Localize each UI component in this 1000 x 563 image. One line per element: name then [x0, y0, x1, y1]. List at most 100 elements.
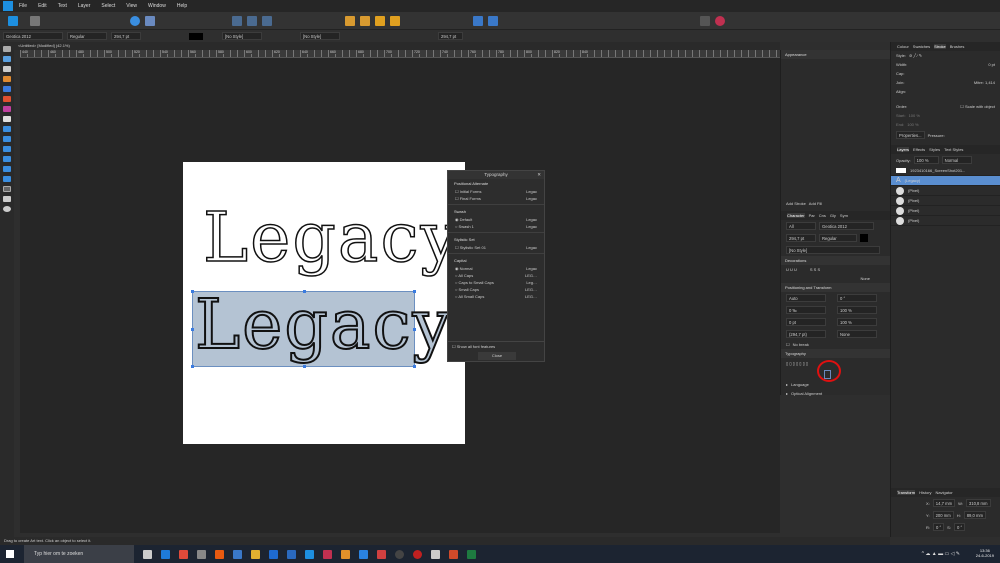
size-field[interactable]: 294,7 pt: [786, 234, 816, 242]
menu-layer[interactable]: Layer: [78, 3, 91, 9]
transform-icon[interactable]: [262, 16, 272, 26]
app-icon[interactable]: [341, 549, 350, 559]
option-stylistic-set-01[interactable]: ☐ Stylistic Set 01 Legac: [448, 244, 544, 251]
option-swash-1[interactable]: ○ Swash 1 Legac: [448, 223, 544, 230]
x-field[interactable]: 14,7 mm: [932, 499, 956, 507]
selected-text-frame[interactable]: Legacy: [191, 290, 452, 368]
option-normal[interactable]: ◉ Normal Legac: [448, 265, 544, 272]
decorations-header[interactable]: Decorations: [781, 256, 890, 265]
add-fill-button[interactable]: Add Fill: [809, 201, 822, 206]
arrange-forward-icon[interactable]: [375, 16, 385, 26]
shape-tool-icon[interactable]: [3, 146, 11, 152]
style-select[interactable]: [No Style]: [786, 246, 880, 254]
view-mode-icon[interactable]: [145, 16, 155, 26]
windows-start-icon[interactable]: [6, 550, 14, 558]
kerning-field[interactable]: Auto: [786, 294, 826, 302]
tab-navigator[interactable]: Navigator: [936, 490, 953, 495]
triangle-tool-icon[interactable]: [3, 166, 11, 172]
positioning-header[interactable]: Positioning and Transform: [781, 283, 890, 292]
close-button[interactable]: Close: [478, 352, 516, 360]
crop-tool-icon[interactable]: [3, 116, 11, 122]
tab-styles[interactable]: Styles: [929, 147, 940, 152]
text-color-swatch[interactable]: [189, 32, 203, 40]
tab-paragraph[interactable]: Par: [809, 213, 815, 218]
h-field[interactable]: 89,0 mm: [963, 511, 986, 519]
weight-select[interactable]: Regular: [819, 234, 857, 242]
clock[interactable]: 13:36 24-6-2019: [976, 548, 994, 558]
layer-item[interactable]: (Pixel): [891, 216, 1000, 226]
move-tool-icon[interactable]: [3, 46, 11, 52]
explorer-icon[interactable]: [251, 549, 260, 559]
layer-item[interactable]: (Pixel): [891, 196, 1000, 206]
no-break-checkbox[interactable]: ☐ No break: [781, 340, 890, 349]
font-size-field[interactable]: 294,7 pt: [111, 32, 141, 40]
close-icon[interactable]: ✕: [537, 171, 541, 179]
layer-item[interactable]: 1923410166_ScreenShot201...: [891, 166, 1000, 176]
fill-tool-icon[interactable]: [3, 96, 11, 102]
dropbox-icon[interactable]: [359, 549, 368, 559]
tab-colour[interactable]: Colour: [897, 44, 909, 49]
stroke-style-icons[interactable]: ⊘ ╱ ⁄ ✎: [909, 53, 922, 58]
section-swash[interactable]: Swash: [448, 207, 544, 216]
tab-consolidated[interactable]: Cns: [819, 213, 826, 218]
affinity-designer-icon[interactable]: [305, 549, 314, 559]
paragraph-size-field[interactable]: 294,7 pt: [438, 32, 463, 40]
selection-handle[interactable]: [413, 328, 416, 331]
legacy-text-selected[interactable]: Legacy: [194, 291, 453, 361]
transparency-tool-icon[interactable]: [3, 106, 11, 112]
paragraph-style-select[interactable]: [No Style]: [300, 32, 340, 40]
pen-tool-icon[interactable]: [3, 66, 11, 72]
boolean-icon[interactable]: [700, 16, 710, 26]
add-stroke-button[interactable]: Add Stroke: [786, 201, 806, 206]
section-stylistic-set[interactable]: Stylistic Set: [448, 235, 544, 244]
word-icon[interactable]: [287, 549, 296, 559]
layer-item[interactable]: (Pixel): [891, 186, 1000, 196]
vertical-scale-field[interactable]: 100 %: [837, 306, 877, 314]
menu-edit[interactable]: Edit: [38, 3, 47, 9]
properties-button[interactable]: Properties...: [896, 131, 925, 139]
layer-item[interactable]: (Pixel): [891, 206, 1000, 216]
typography-header[interactable]: Typography: [781, 349, 890, 358]
start-scale[interactable]: 100 %: [909, 113, 920, 118]
pencil-tool-icon[interactable]: [3, 76, 11, 82]
tab-transform[interactable]: Transform: [897, 490, 916, 495]
caps-select[interactable]: None: [837, 330, 877, 338]
scale-with-object-checkbox[interactable]: ☐ Scale with object: [960, 104, 995, 109]
selection-handle[interactable]: [303, 290, 306, 293]
selection-handle[interactable]: [191, 328, 194, 331]
option-small-caps[interactable]: ○ Small Caps LEG…: [448, 286, 544, 293]
flip-horizontal-icon[interactable]: [473, 16, 483, 26]
language-select[interactable]: All: [786, 222, 816, 230]
option-initial-forms[interactable]: ☐ Initial Forms Legac: [448, 188, 544, 195]
typography-buttons[interactable]: ▯ ▯ ▯ ▯ ▯ ▯ ▯: [786, 361, 808, 366]
leading-field[interactable]: (294,7 pt): [786, 330, 826, 338]
flip-vertical-icon[interactable]: [488, 16, 498, 26]
show-all-font-features-checkbox[interactable]: ☐ Show all font features: [448, 341, 544, 351]
system-tray-icons[interactable]: ^ ☁ ▲ ▬ ▭ ◁ ✎: [922, 551, 960, 557]
language-header[interactable]: ▸ Language: [781, 380, 890, 389]
brush-tool-icon[interactable]: [3, 86, 11, 92]
rotation-field[interactable]: 0 °: [933, 523, 945, 531]
app-icon[interactable]: [395, 549, 404, 559]
menu-window[interactable]: Window: [148, 3, 166, 9]
ellipse-tool-icon[interactable]: [3, 136, 11, 142]
menu-select[interactable]: Select: [101, 3, 115, 9]
tab-layers[interactable]: Layers: [897, 147, 910, 152]
menu-file[interactable]: File: [19, 3, 27, 9]
snapping-icon[interactable]: [130, 16, 140, 26]
end-scale[interactable]: 100 %: [907, 122, 918, 127]
arrange-backward-icon[interactable]: [360, 16, 370, 26]
document-tab[interactable]: <Untitled> [Modified] (42.1%): [14, 42, 780, 50]
clip-icon[interactable]: [247, 16, 257, 26]
horizontal-scale-field[interactable]: 100 %: [837, 318, 877, 326]
color-icon[interactable]: [715, 16, 725, 26]
baseline-field[interactable]: 0 pt: [786, 318, 826, 326]
outlook-icon[interactable]: [269, 549, 278, 559]
pixel-persona-icon[interactable]: [30, 16, 40, 26]
optical-alignment-header[interactable]: ▸ Optical Alignment: [781, 389, 890, 398]
node-tool-icon[interactable]: [3, 56, 11, 62]
taskbar-search[interactable]: Typ hier om te zoeken: [24, 545, 134, 563]
shear-field[interactable]: 0 °: [953, 523, 966, 531]
artistic-text-tool-icon[interactable]: [3, 186, 11, 192]
app-icon[interactable]: [161, 549, 170, 559]
